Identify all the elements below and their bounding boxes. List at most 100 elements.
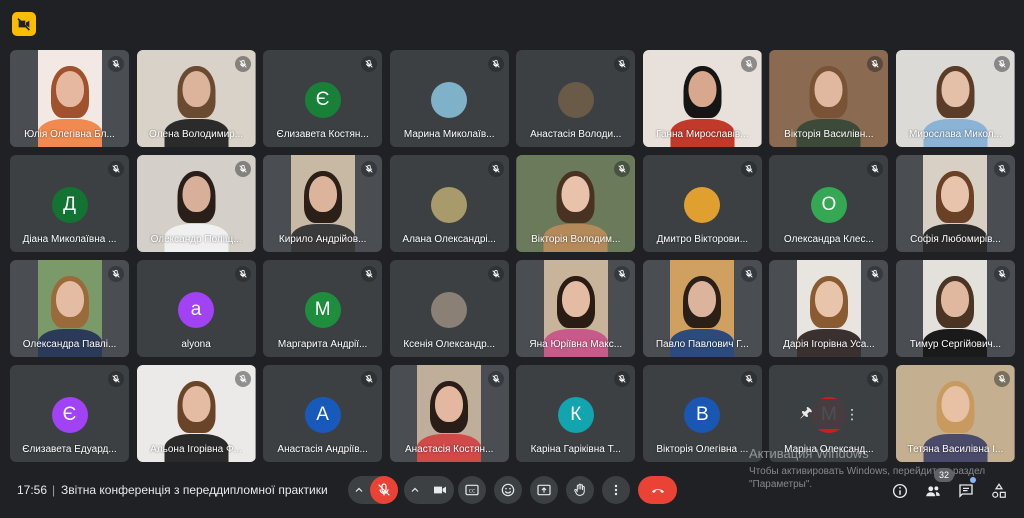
participant-tile[interactable]: Олена Володимир... — [136, 50, 256, 147]
participant-tile[interactable]: Є Єлизавета Костян... — [263, 50, 383, 147]
avatar — [684, 187, 721, 223]
participant-name: Олександра Павлі... — [22, 339, 117, 350]
participant-name: Олена Володимир... — [149, 129, 244, 140]
mic-off-icon — [740, 371, 757, 387]
participant-tile[interactable]: Тетяна Василівна І... — [895, 365, 1015, 462]
mic-off-icon — [740, 56, 757, 72]
mic-off-icon — [867, 371, 884, 387]
separator: | — [52, 483, 56, 497]
mic-off-icon — [361, 266, 378, 282]
chat-icon — [959, 484, 973, 498]
captions-button[interactable]: CC — [458, 476, 486, 504]
participant-name: Анастасія Володи... — [530, 129, 622, 140]
participant-name: Анастасія Костян... — [404, 444, 494, 455]
avatar — [431, 292, 468, 328]
participant-name: Ганна Мирославів... — [656, 129, 749, 140]
avatar: Д — [51, 187, 88, 223]
chat-button[interactable] — [955, 480, 977, 502]
activities-icon — [992, 483, 1006, 498]
participant-tile[interactable]: Яна Юріївна Макс... — [516, 260, 636, 357]
participant-tile[interactable]: Тимур Сергійович... — [895, 260, 1015, 357]
mic-off-icon — [614, 266, 631, 282]
participant-tile[interactable]: Ксенія Олександр... — [389, 260, 509, 357]
mic-off-icon — [993, 161, 1010, 177]
avatar: А — [304, 397, 341, 433]
meeting-info-button[interactable] — [889, 480, 911, 502]
participant-tile[interactable]: Мирослава Микол... — [895, 50, 1015, 147]
raise-hand-button[interactable] — [566, 476, 594, 504]
participant-tile[interactable]: Вікторія Василівн... — [769, 50, 889, 147]
people-button[interactable] — [922, 480, 944, 502]
participant-tile[interactable]: Є Єлизавета Едуард... — [10, 365, 129, 462]
pin-icon[interactable]: 🖈 — [800, 402, 813, 426]
activities-button[interactable] — [988, 480, 1010, 502]
participant-tile[interactable]: Олександр Поліщ... — [136, 155, 256, 252]
participant-tile[interactable]: Дарія Ігорівна Уса... — [769, 260, 889, 357]
participant-name: Діана Миколаївна ... — [22, 234, 117, 245]
camera-button[interactable] — [426, 476, 454, 504]
participant-tile[interactable]: А Анастасія Андріїв... — [263, 365, 383, 462]
participant-tile[interactable]: a alyona — [136, 260, 256, 357]
more-options-button[interactable] — [602, 476, 630, 504]
mic-control — [348, 476, 398, 504]
participant-tile[interactable]: О Олександра Клес... — [769, 155, 889, 252]
participant-grid: Юлія Олегівна Бл... Олена Володимир... Є Єл… — [10, 50, 1015, 462]
mic-off-icon — [108, 161, 124, 177]
participant-tile[interactable]: М🖈⋮Маріна Олександ... — [769, 365, 889, 462]
avatar — [431, 187, 468, 223]
participant-tile[interactable]: Дмитро Вікторови... — [642, 155, 762, 252]
participant-tile[interactable]: Алана Олександрі... — [389, 155, 509, 252]
chat-notification-dot — [970, 477, 976, 483]
mic-off-icon — [361, 161, 378, 177]
end-call-icon — [651, 489, 664, 493]
mic-off-icon — [487, 56, 504, 72]
participant-name: Тимур Сергійович... — [909, 339, 1002, 350]
camera-off-icon[interactable] — [12, 12, 36, 36]
participant-tile[interactable]: К Каріна Гаріківна Т... — [516, 365, 636, 462]
raise-hand-icon — [574, 483, 585, 496]
participant-tile[interactable]: Софія Любомирів... — [895, 155, 1015, 252]
mic-off-icon — [487, 161, 504, 177]
leave-call-button[interactable] — [638, 476, 677, 504]
participant-tile[interactable]: Анастасія Костян... — [389, 365, 509, 462]
participant-tile[interactable]: Юлія Олегівна Бл... — [10, 50, 129, 147]
participant-name: Олександр Поліщ... — [150, 234, 242, 245]
mic-off-icon — [867, 161, 884, 177]
meeting-title: Звітна конференція з переддипломної прак… — [61, 483, 328, 497]
participant-tile[interactable]: Олександра Павлі... — [10, 260, 129, 357]
participant-name: Альона Ігорівна Ф... — [150, 444, 242, 455]
participant-tile[interactable]: Анастасія Володи... — [516, 50, 636, 147]
participant-name: Єлизавета Едуард... — [22, 444, 117, 455]
mic-off-icon — [740, 266, 757, 282]
emoji-icon — [501, 483, 515, 497]
present-button[interactable] — [530, 476, 558, 504]
chevron-up-icon[interactable] — [348, 476, 370, 504]
participant-tile[interactable]: Павло Павлович Г... — [642, 260, 762, 357]
emoji-button[interactable] — [494, 476, 522, 504]
participant-tile[interactable]: Вікторія Володим... — [516, 155, 636, 252]
mic-off-icon — [614, 56, 631, 72]
mic-off-icon — [378, 483, 390, 496]
participant-tile[interactable]: Ганна Мирославів... — [642, 50, 762, 147]
participant-name: Алана Олександрі... — [402, 234, 496, 245]
participant-name: Ксенія Олександр... — [403, 339, 496, 350]
more-vert-icon[interactable]: ⋮ — [845, 406, 859, 423]
participant-tile[interactable]: Альона Ігорівна Ф... — [136, 365, 256, 462]
participant-name: Тетяна Василівна І... — [907, 444, 1004, 455]
camera-control — [404, 476, 454, 504]
mic-off-icon — [993, 371, 1010, 387]
participant-tile[interactable]: Марина Миколаїв... — [389, 50, 509, 147]
participant-tile[interactable]: Кирило Андрійов... — [263, 155, 383, 252]
participant-name: Яна Юріївна Макс... — [529, 339, 623, 350]
participant-name: Каріна Гаріківна Т... — [530, 444, 621, 455]
chevron-up-icon[interactable] — [404, 476, 426, 504]
mic-off-button[interactable] — [370, 476, 398, 504]
participant-name: Мирослава Микол... — [908, 129, 1002, 140]
avatar — [431, 82, 468, 118]
participant-tile[interactable]: В Вікторія Олегівна ... — [642, 365, 762, 462]
participant-tile[interactable]: Д Діана Миколаївна ... — [10, 155, 129, 252]
mic-off-icon — [234, 371, 251, 387]
people-icon — [926, 486, 940, 497]
mic-off-icon — [740, 161, 757, 177]
participant-tile[interactable]: М Маргарита Андрії... — [263, 260, 383, 357]
